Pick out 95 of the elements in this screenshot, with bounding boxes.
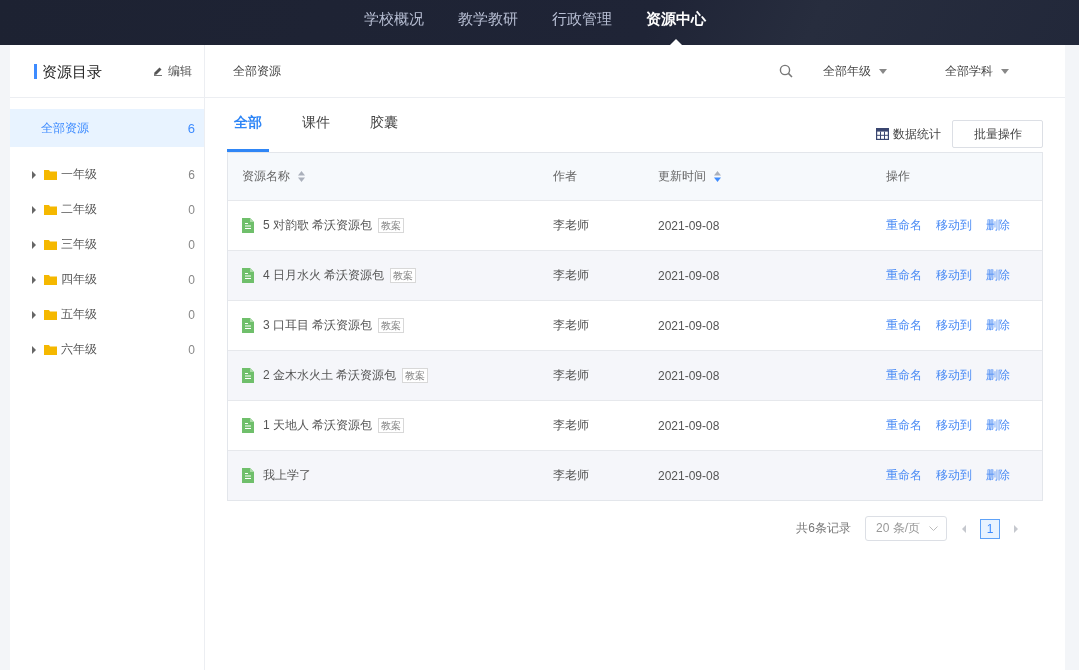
table-cell-text: 2021-09-08: [657, 468, 721, 483]
pencil-icon: [153, 66, 163, 76]
caret-right-icon: [31, 205, 37, 214]
table-cell-text: 李老师: [552, 417, 590, 434]
action-link[interactable]: 移动到: [936, 417, 972, 434]
table-cell-text: 李老师: [552, 217, 590, 234]
chevron-down-icon: [929, 526, 938, 531]
tree-item[interactable]: 六年级 0: [10, 332, 204, 367]
table-cell-text: 李老师: [552, 367, 590, 384]
table-cell-text: 2021-09-08: [657, 268, 721, 283]
tree-item[interactable]: 四年级 0: [10, 262, 204, 297]
table-cell-text: 2021-09-08: [657, 218, 721, 233]
table-cell-text: 李老师: [552, 317, 590, 334]
caret-down-icon: [879, 68, 887, 74]
caret-right-icon: [31, 310, 37, 319]
table-cell-text: 2021-09-08: [657, 418, 721, 433]
batch-operation-button[interactable]: 批量操作: [952, 120, 1043, 148]
folder-icon: [44, 239, 57, 250]
caret-down-icon: [1001, 68, 1009, 74]
tab[interactable]: 胶囊: [363, 109, 405, 152]
action-link[interactable]: 重命名: [886, 417, 922, 434]
action-link[interactable]: 移动到: [936, 367, 972, 384]
action-link[interactable]: 删除: [986, 267, 1010, 284]
caret-right-icon: [31, 345, 37, 354]
file-name[interactable]: 我上学了: [263, 467, 311, 484]
folder-icon: [44, 344, 57, 355]
caret-right-icon: [31, 275, 37, 284]
type-tag: 教案: [378, 418, 405, 433]
filter-dropdown[interactable]: 全部年级: [823, 62, 911, 80]
document-icon: [242, 468, 254, 483]
action-link[interactable]: 重命名: [886, 467, 922, 484]
folder-icon: [44, 169, 57, 180]
folder-icon: [44, 309, 57, 320]
action-link[interactable]: 删除: [986, 467, 1010, 484]
nav-tab[interactable]: 教学教研: [440, 0, 535, 45]
column-header[interactable]: 资源名称: [228, 168, 539, 185]
action-link[interactable]: 重命名: [886, 367, 922, 384]
type-tag: 教案: [402, 368, 429, 383]
item-count: 6: [187, 120, 195, 136]
column-header: 操作: [885, 168, 911, 185]
document-icon: [242, 218, 254, 233]
tree-item[interactable]: 二年级 0: [10, 192, 204, 227]
table-cell-text: 李老师: [552, 267, 590, 284]
caret-right-icon: [31, 240, 37, 249]
tree-item[interactable]: 一年级 6: [10, 157, 204, 192]
nav-tab[interactable]: 行政管理: [534, 0, 629, 45]
tree-item[interactable]: 三年级 0: [10, 227, 204, 262]
prev-page-icon: [961, 524, 966, 533]
table-icon: [876, 128, 889, 140]
document-icon: [242, 268, 254, 283]
sidebar-title: 资源目录: [34, 63, 102, 79]
document-icon: [242, 318, 254, 333]
tree-item[interactable]: 五年级 0: [10, 297, 204, 332]
action-link[interactable]: 移动到: [936, 267, 972, 284]
type-tag: 教案: [378, 218, 405, 233]
breadcrumb: 全部资源: [233, 62, 281, 80]
type-tag: 教案: [378, 318, 405, 333]
table-cell-text: 李老师: [552, 467, 590, 484]
action-link[interactable]: 删除: [986, 367, 1010, 384]
action-link[interactable]: 删除: [986, 217, 1010, 234]
filter-dropdown[interactable]: 全部学科: [945, 62, 1033, 80]
table-cell-text: 2021-09-08: [657, 368, 721, 383]
table-cell-text: 2021-09-08: [657, 318, 721, 333]
action-link[interactable]: 移动到: [936, 217, 972, 234]
nav-tab[interactable]: 学校概况: [346, 0, 441, 45]
search-icon: [779, 64, 793, 78]
type-tag: 教案: [390, 268, 417, 283]
file-name[interactable]: 1 天地人 希沃资源包: [263, 417, 373, 434]
action-link[interactable]: 删除: [986, 417, 1010, 434]
folder-icon: [44, 274, 57, 285]
edit-button[interactable]: 编辑: [153, 62, 192, 80]
document-icon: [242, 418, 254, 433]
tab[interactable]: 课件: [295, 109, 337, 152]
page-size-select[interactable]: 20 条/页: [865, 516, 947, 541]
file-name[interactable]: 4 日月水火 希沃资源包: [263, 267, 385, 284]
action-link[interactable]: 移动到: [936, 317, 972, 334]
column-header[interactable]: 更新时间: [644, 168, 872, 185]
file-name[interactable]: 2 金木水火土 希沃资源包: [263, 367, 397, 384]
action-link[interactable]: 重命名: [886, 217, 922, 234]
action-link[interactable]: 删除: [986, 317, 1010, 334]
file-name[interactable]: 3 口耳目 希沃资源包: [263, 317, 373, 334]
document-icon: [242, 368, 254, 383]
total-count: 共6条记录: [796, 520, 851, 537]
column-header: 作者: [552, 168, 578, 185]
sidebar-item[interactable]: 全部资源 6: [10, 109, 204, 147]
action-link[interactable]: 重命名: [886, 267, 922, 284]
action-link[interactable]: 重命名: [886, 317, 922, 334]
action-link[interactable]: 移动到: [936, 467, 972, 484]
file-name[interactable]: 5 对韵歌 希沃资源包: [263, 217, 373, 234]
nav-tab[interactable]: 资源中心: [628, 0, 723, 45]
next-page-icon: [1014, 524, 1019, 533]
caret-right-icon: [31, 170, 37, 179]
page-button[interactable]: 1: [980, 518, 1000, 539]
folder-icon: [44, 204, 57, 215]
statistics-link[interactable]: 数据统计: [876, 125, 941, 143]
